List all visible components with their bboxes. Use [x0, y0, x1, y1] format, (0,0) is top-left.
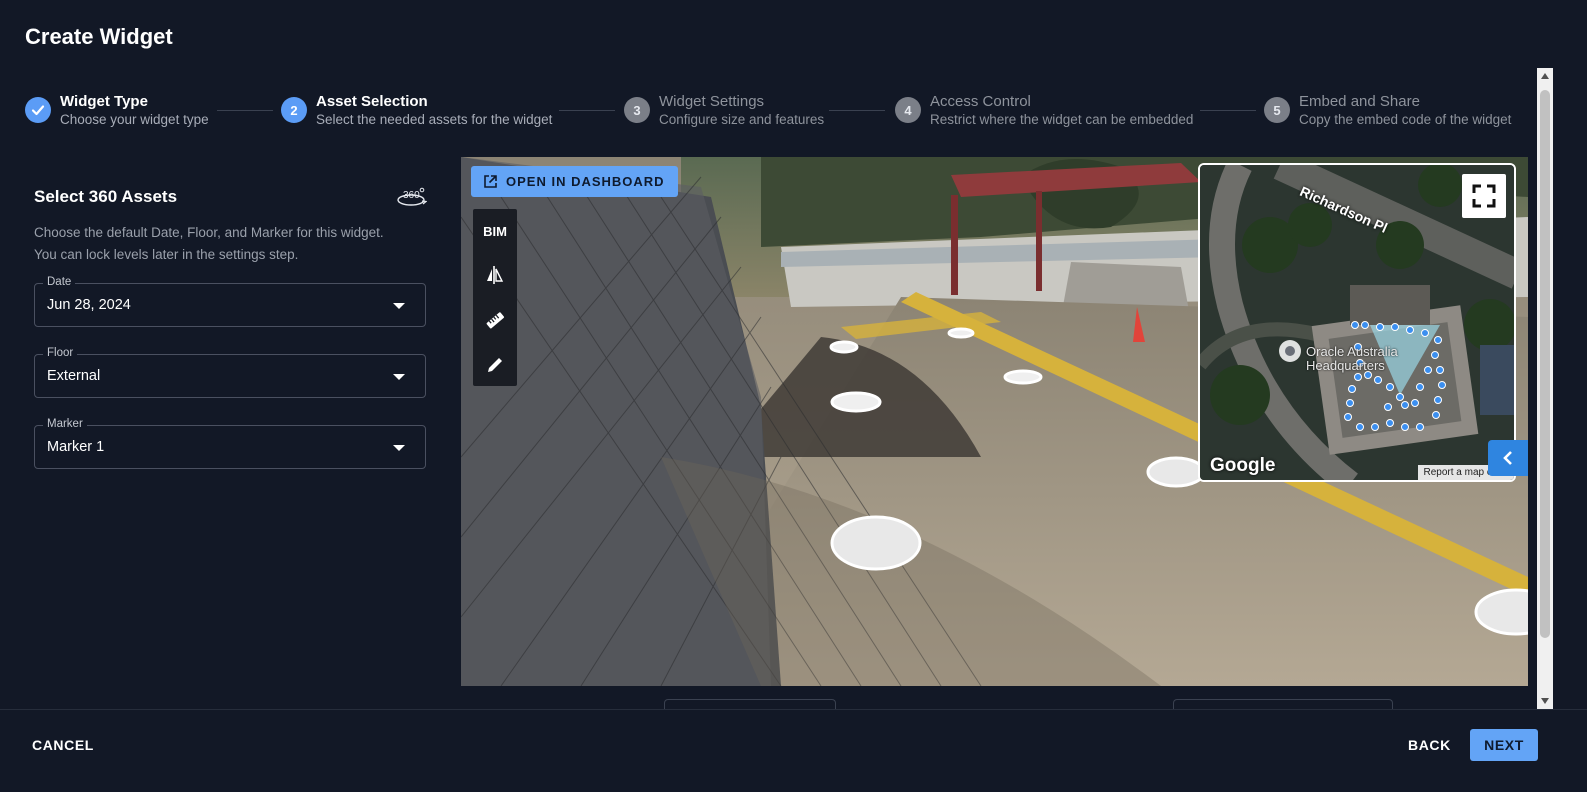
place-label-line: Headquarters — [1306, 358, 1385, 373]
step-subtitle: Choose your widget type — [60, 112, 209, 127]
description-line: You can lock levels later in the setting… — [34, 247, 299, 262]
caret-down-icon — [393, 445, 405, 451]
description-line: Choose the default Date, Floor, and Mark… — [34, 225, 384, 240]
annotate-button[interactable] — [473, 345, 517, 385]
date-select[interactable]: Date Jun 28, 2024 — [34, 276, 426, 327]
next-label: NEXT — [1484, 737, 1524, 753]
caret-down-icon — [393, 374, 405, 380]
floor-label: Floor — [43, 347, 78, 359]
scroll-down-icon[interactable] — [1541, 698, 1549, 704]
360-icon: 360 — [395, 186, 428, 208]
caret-down-icon — [393, 303, 405, 309]
chevron-left-icon — [1503, 451, 1512, 465]
step-widget-settings[interactable]: 3 Widget Settings Configure size and fea… — [624, 92, 824, 128]
step-title: Embed and Share — [1299, 93, 1420, 110]
step-title: Widget Type — [60, 93, 148, 110]
bim-label: BIM — [483, 223, 507, 239]
step-title: Widget Settings — [659, 93, 765, 110]
step-number: 5 — [1264, 97, 1290, 123]
create-widget-dialog: Create Widget Widget Type Choose your wi… — [0, 0, 1587, 792]
dialog-title: Create Widget — [25, 24, 173, 49]
step-embed-and-share[interactable]: 5 Embed and Share Copy the embed code of… — [1264, 92, 1511, 128]
svg-text:360: 360 — [403, 190, 420, 201]
minimap[interactable]: Richardson Pl Oracle Australia Headquart… — [1198, 163, 1516, 482]
scroll-up-icon[interactable] — [1541, 73, 1549, 79]
date-label: Date — [43, 276, 76, 288]
step-subtitle: Restrict where the widget can be embedde… — [930, 112, 1194, 127]
dialog-footer: CANCEL BACK NEXT — [0, 709, 1587, 792]
step-access-control[interactable]: 4 Access Control Restrict where the widg… — [895, 92, 1193, 128]
viewer-toolbar: BIM — [473, 209, 517, 386]
step-number: 4 — [895, 97, 921, 123]
step-title: Asset Selection — [316, 93, 428, 110]
step-asset-selection[interactable]: 2 Asset Selection Select the needed asse… — [281, 92, 552, 128]
open-in-dashboard-button[interactable]: OPEN IN DASHBOARD — [471, 166, 678, 197]
pencil-icon — [488, 358, 502, 372]
place-label: Oracle Australia Headquarters — [1306, 345, 1398, 373]
step-number: 3 — [624, 97, 650, 123]
collapse-minimap-button[interactable] — [1488, 440, 1528, 476]
check-icon — [25, 97, 51, 123]
fullscreen-icon — [1472, 184, 1496, 208]
marker-value: Marker 1 — [47, 439, 105, 455]
floor-value: External — [47, 368, 101, 384]
compare-button[interactable] — [473, 255, 517, 295]
stepper: Widget Type Choose your widget type 2 As… — [25, 92, 1515, 132]
place-label-line: Oracle Australia — [1306, 344, 1398, 359]
google-logo: Google — [1210, 455, 1276, 476]
step-connector — [1200, 110, 1256, 111]
next-button[interactable]: NEXT — [1470, 729, 1538, 761]
vertical-scrollbar[interactable] — [1537, 68, 1553, 709]
panel-description: Choose the default Date, Floor, and Mark… — [34, 222, 424, 266]
step-subtitle: Configure size and features — [659, 112, 825, 127]
cancel-button[interactable]: CANCEL — [32, 737, 94, 753]
measure-button[interactable] — [473, 300, 517, 340]
panel-title: Select 360 Assets — [34, 187, 178, 206]
step-title: Access Control — [930, 93, 1031, 110]
step-number: 2 — [281, 97, 307, 123]
back-button[interactable]: BACK — [1408, 737, 1451, 753]
bim-button[interactable]: BIM — [473, 211, 517, 251]
step-connector — [559, 110, 615, 111]
step-connector — [829, 110, 885, 111]
panorama-viewer[interactable]: OPEN IN DASHBOARD BIM Richardson Pl Orac… — [461, 157, 1528, 686]
step-widget-type[interactable]: Widget Type Choose your widget type — [25, 92, 209, 128]
compare-icon — [487, 266, 504, 284]
fullscreen-button[interactable] — [1462, 174, 1506, 218]
scroll-thumb[interactable] — [1540, 90, 1550, 638]
step-connector — [217, 110, 273, 111]
floor-select[interactable]: Floor External — [34, 347, 426, 398]
date-value: Jun 28, 2024 — [47, 297, 131, 313]
step-subtitle: Select the needed assets for the widget — [316, 112, 553, 127]
step-subtitle: Copy the embed code of the widget — [1299, 112, 1512, 127]
external-link-icon — [484, 175, 497, 188]
marker-select[interactable]: Marker Marker 1 — [34, 418, 426, 469]
marker-label: Marker — [43, 418, 87, 430]
open-in-dashboard-label: OPEN IN DASHBOARD — [506, 174, 665, 189]
ruler-icon — [486, 312, 505, 329]
